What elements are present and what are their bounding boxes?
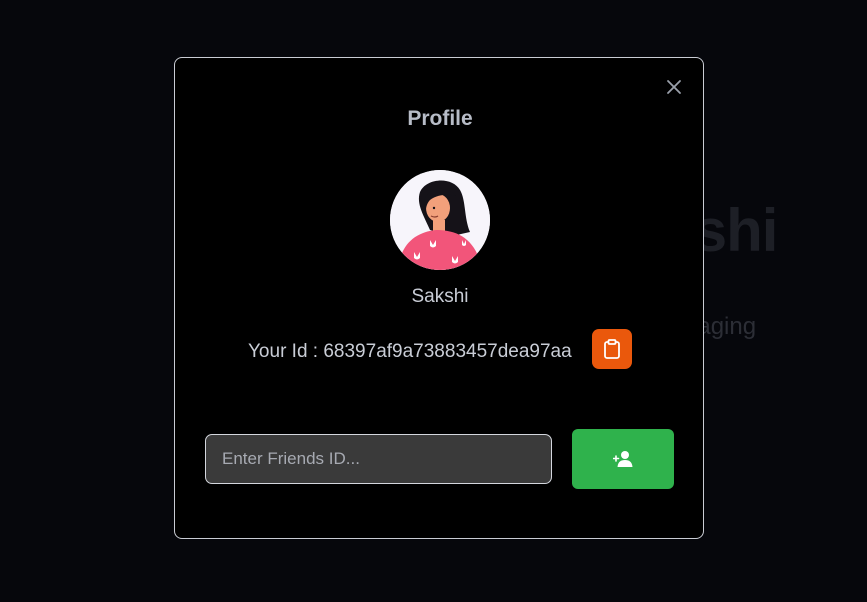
add-friend-button[interactable] (572, 429, 674, 489)
user-id-label: Your Id : (248, 341, 324, 362)
profile-modal: Profile Sakshi Your Id: 68397af9a738834… (174, 57, 704, 539)
clipboard-icon (604, 339, 620, 359)
close-icon (667, 80, 681, 94)
user-name: Sakshi (411, 286, 469, 307)
user-id-row: Your Id : 68397af9a73883457dea97aa (248, 341, 572, 363)
page: Sakshi Messaging Profile (0, 0, 867, 602)
avatar-illustration (390, 170, 490, 270)
avatar (390, 170, 490, 270)
modal-title: Profile (407, 107, 473, 130)
copy-id-button[interactable] (592, 329, 632, 369)
close-button[interactable] (665, 78, 683, 96)
add-user-icon (613, 451, 633, 467)
friend-id-input[interactable] (205, 434, 552, 484)
user-id-value: 68397af9a73883457dea97aa (323, 341, 572, 362)
